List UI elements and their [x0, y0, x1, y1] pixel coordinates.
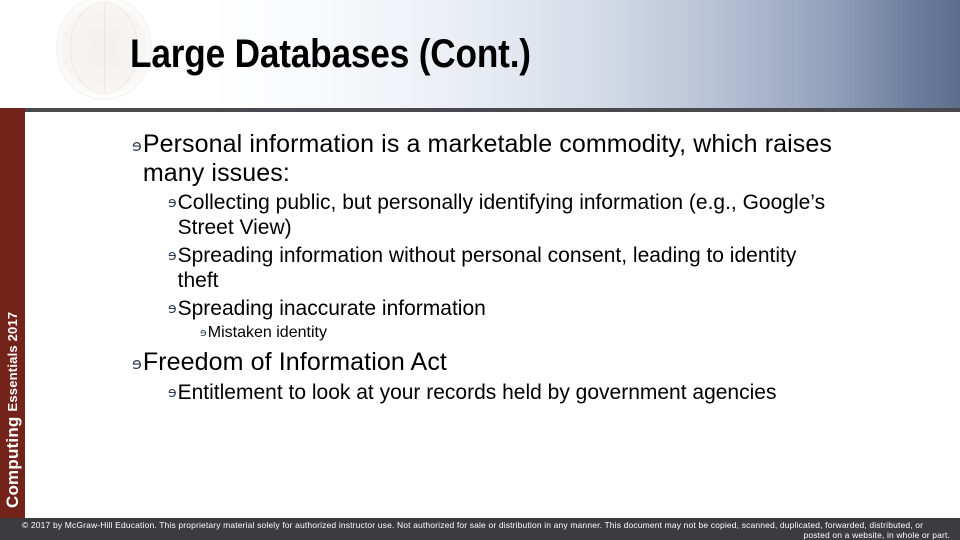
bullet-item: ɘ Spreading information without personal… — [168, 243, 828, 293]
slide-body: ɘ Personal information is a marketable c… — [25, 112, 960, 518]
copyright-notice: © 2017 by McGraw-Hill Education. This pr… — [22, 520, 950, 540]
bullet-text: Spreading information without personal c… — [177, 244, 797, 292]
bullet-item: ɘ Mistaken identity — [200, 323, 800, 343]
page-title: Large Databases (Cont.) — [130, 31, 531, 76]
bullet-marker-icon: ɘ — [168, 195, 177, 211]
bullet-text: Freedom of Information Act — [142, 348, 447, 376]
bullet-text: Personal information is a marketable com… — [142, 130, 832, 187]
bullet-item: ɘ Collecting public, but personally iden… — [168, 190, 828, 240]
bullet-item: ɘ Personal information is a marketable c… — [132, 130, 852, 188]
sidebar-brand-secondary: Essentials 2017 — [5, 311, 20, 412]
bullet-marker-icon: ɘ — [168, 385, 177, 401]
bullet-marker-icon: ɘ — [132, 136, 142, 155]
slide-footer-bar: © 2017 by McGraw-Hill Education. This pr… — [0, 518, 960, 540]
bullet-text: Mistaken identity — [207, 324, 327, 341]
sidebar-brand-label: Computing Essentials 2017 — [0, 108, 25, 508]
copyright-notice-tail: posted on a website, in whole or part. — [803, 530, 950, 540]
bullet-marker-icon: ɘ — [168, 301, 177, 317]
bullet-text: Spreading inaccurate information — [177, 297, 486, 320]
sidebar-brand-primary: Computing — [3, 416, 22, 509]
bullet-text: Collecting public, but personally identi… — [177, 191, 826, 239]
bullet-item: ɘ Entitlement to look at your records he… — [168, 380, 888, 405]
bullet-marker-icon: ɘ — [200, 326, 207, 339]
bullet-marker-icon: ɘ — [168, 248, 177, 264]
slide-canvas: Large Databases (Cont.) Computing Essent… — [0, 0, 960, 540]
slide-header-band: Large Databases (Cont.) — [0, 0, 960, 108]
bullet-item: ɘ Freedom of Information Act — [132, 348, 852, 377]
bullet-marker-icon: ɘ — [132, 354, 142, 373]
bullet-item: ɘ Spreading inaccurate information — [168, 296, 828, 321]
sidebar-brand-bar: Computing Essentials 2017 — [0, 108, 25, 518]
copyright-notice-main: © 2017 by McGraw-Hill Education. This pr… — [22, 520, 924, 530]
bullet-text: Entitlement to look at your records held… — [177, 381, 777, 404]
